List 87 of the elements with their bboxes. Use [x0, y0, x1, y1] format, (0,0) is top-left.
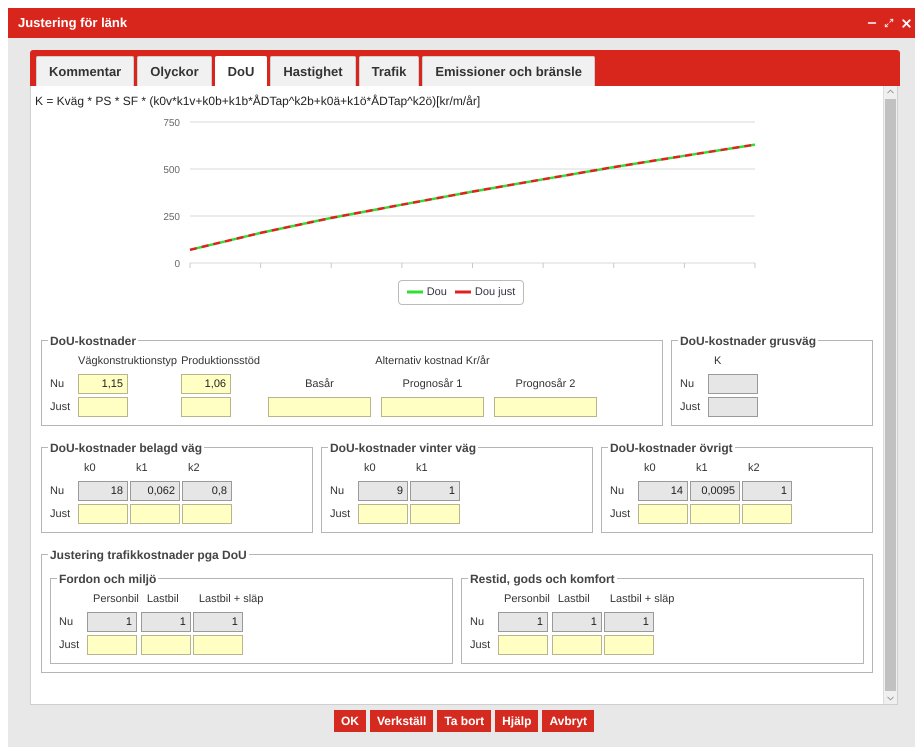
column-header: Lastbil + släp: [198, 592, 264, 606]
input-field[interactable]: [380, 396, 484, 416]
column-header: Personbil: [503, 592, 550, 606]
scrollbar-thumb[interactable]: [885, 99, 896, 691]
column-header: Lastbil: [556, 592, 590, 606]
group-title: DoU-kostnader övrigt: [610, 440, 733, 454]
group-title: Restid, gods och komfort: [470, 572, 615, 586]
dialog-button[interactable]: Avbryt: [542, 710, 594, 732]
input-field[interactable]: [182, 504, 232, 524]
row-label: Just: [59, 638, 80, 652]
row-label: Nu: [470, 614, 486, 630]
axis-tick-label: 500: [163, 165, 180, 176]
axis-tick-label: 750: [163, 118, 180, 129]
legend-label: Dou just: [474, 285, 516, 300]
column-header: Vägkonstruktionstyp: [78, 354, 178, 368]
tab[interactable]: Hastighet: [270, 56, 356, 86]
window-title: Justering för länk: [18, 14, 128, 32]
input-field[interactable]: [181, 396, 232, 416]
input-field[interactable]: [87, 634, 137, 654]
row-label: Nu: [50, 484, 66, 498]
input-field[interactable]: [690, 504, 740, 524]
tab[interactable]: Emissioner och bränsle: [422, 56, 595, 86]
column-header: k1: [415, 460, 428, 476]
row-label: Nu: [610, 484, 626, 498]
input-field[interactable]: [410, 504, 460, 524]
axis-tick-label: 250: [163, 212, 180, 223]
column-header: Lastbil: [146, 592, 179, 606]
column-header: k1: [695, 460, 708, 476]
row-label: Nu: [680, 376, 696, 392]
column-header: k0: [643, 460, 656, 476]
column-header: k1: [135, 460, 148, 476]
tab[interactable]: Olyckor: [137, 56, 212, 86]
row-label: Just: [680, 400, 702, 414]
dialog-button[interactable]: Verkställ: [370, 710, 434, 732]
input-field[interactable]: [192, 634, 243, 654]
input-field[interactable]: 1,15: [78, 374, 128, 394]
row-label: Nu: [330, 484, 346, 498]
dialog-button[interactable]: Ta bort: [437, 710, 492, 732]
tab[interactable]: Trafik: [358, 56, 420, 86]
input-field[interactable]: [140, 634, 191, 654]
maximize-icon[interactable]: [884, 18, 894, 28]
scrollbar[interactable]: [883, 86, 897, 704]
row-label: Nu: [59, 614, 74, 630]
row-label: Nu: [50, 376, 66, 392]
group-title: DoU-kostnader belagd väg: [50, 440, 202, 454]
legend-label: Dou: [426, 285, 447, 300]
row-label: Just: [470, 638, 492, 652]
column-header: K: [713, 354, 722, 368]
axis-tick-label: 0: [174, 259, 180, 270]
row-label: Just: [50, 506, 72, 522]
input-field[interactable]: [498, 634, 548, 654]
column-header: Lastbil + släp: [608, 592, 674, 606]
column-header: k2: [187, 460, 200, 476]
input-field[interactable]: [552, 634, 602, 654]
column-header: k0: [83, 460, 96, 476]
group-title: Justering trafikkostnader pga DoU: [50, 548, 247, 562]
tab[interactable]: Kommentar: [36, 56, 134, 86]
column-header: Prognosår 1: [402, 376, 462, 392]
input-field[interactable]: [78, 396, 128, 416]
input-field[interactable]: [494, 396, 597, 416]
input-field[interactable]: [268, 396, 371, 416]
group-title: DoU-kostnader vinter väg: [330, 440, 476, 454]
input-field[interactable]: [742, 504, 792, 524]
group-title: DoU-kostnader grusväg: [680, 334, 816, 348]
input-field[interactable]: [604, 634, 654, 654]
formula-text: K = Kväg * PS * SF * (k0v*k1v+k0b+k1b*ÅDTap^k2b+k0ä+k1ö*ÅDTap^k2ö)[kr/m/år]: [35, 93, 482, 110]
close-icon[interactable]: [900, 16, 913, 30]
group-title: Fordon och miljö: [59, 572, 156, 586]
dialog-button[interactable]: Hjälp: [495, 710, 538, 732]
dialog-button[interactable]: OK: [334, 710, 366, 732]
group-title: DoU-kostnader: [50, 334, 136, 348]
row-label: Just: [610, 506, 632, 522]
column-header: Prognosår 2: [515, 376, 576, 392]
column-header: k2: [747, 460, 760, 476]
row-label: Just: [330, 506, 352, 522]
column-header: Produktionsstöd: [181, 354, 260, 368]
input-field[interactable]: [78, 504, 128, 524]
column-header: k0: [363, 460, 376, 476]
input-field[interactable]: [638, 504, 688, 524]
tab[interactable]: DoU: [214, 56, 268, 86]
input-field[interactable]: [130, 504, 180, 524]
input-field[interactable]: [358, 504, 408, 524]
row-label: Just: [50, 400, 72, 414]
column-header: Alternativ kostnad Kr/år: [374, 354, 491, 368]
column-header: Personbil: [92, 592, 139, 606]
input-field[interactable]: 1,06: [181, 374, 232, 394]
column-header: Basår: [305, 376, 334, 392]
